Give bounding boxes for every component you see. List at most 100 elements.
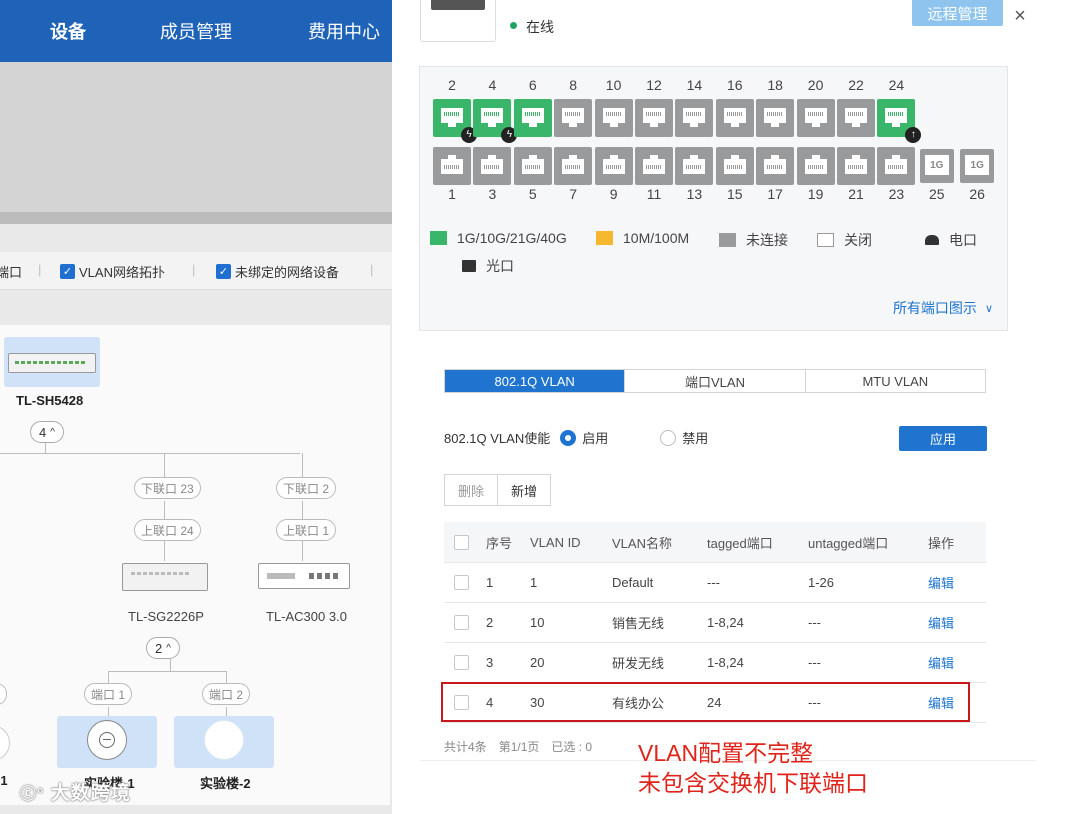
checkbox-checked-icon[interactable]: ✓ [216,264,231,279]
nav-members[interactable]: 成员管理 [160,18,232,44]
row-checkbox[interactable] [454,615,469,630]
ac-controller-icon[interactable] [258,563,350,589]
nav-devices[interactable]: 设备 [50,18,86,44]
row-checkbox[interactable] [454,655,469,670]
annotation-line-1: VLAN配置不完整 [638,740,814,766]
port-number-label: 15 [727,186,743,202]
port-number-label: 1 [448,186,456,202]
row-checkbox[interactable] [454,575,469,590]
port-number-label: 13 [686,186,703,202]
table-footer: 共计4条 第1/1页 已选 : 0 [444,738,592,755]
switch-icon[interactable] [122,563,208,591]
all-ports-legend-link[interactable]: 所有端口图示 ∨ [893,298,993,318]
delete-button[interactable]: 删除 [444,474,499,506]
port-24[interactable]: ↑ [877,99,922,143]
port-number-label: 8 [569,77,578,93]
tab-port-vlan[interactable]: 端口VLAN [625,370,806,392]
port-number-label: 25 [929,186,945,202]
select-all-checkbox[interactable] [454,534,469,550]
close-icon[interactable]: × [1010,6,1030,26]
port-number-label: 22 [848,77,864,93]
checkbox-checked-icon[interactable]: ✓ [60,264,75,279]
port-7[interactable] [554,147,593,185]
port-18[interactable] [756,99,795,137]
port-11[interactable] [635,147,673,185]
legend-label: 1G/10G/21G/40G [457,230,567,246]
port-number-label: 16 [727,77,743,93]
filter-ports[interactable]: 端口 [0,262,22,281]
port-9[interactable] [594,147,633,185]
port-2[interactable]: ϟ [433,99,477,143]
port-number-label: 17 [767,186,783,202]
apply-button[interactable]: 应用 [899,426,987,451]
cell-vlan-id: 1 [530,575,538,590]
header-vlan-name: VLAN名称 [612,535,672,551]
content-area [0,62,392,212]
legend-closed: 关闭 [817,230,872,250]
edit-link[interactable]: 编辑 [928,603,954,642]
select-all-cell [454,522,469,562]
red-annotation: VLAN配置不完整 未包含交换机下联端口 [638,738,868,798]
tab-mtu-vlan[interactable]: MTU VLAN [805,370,985,392]
tab-8021q-vlan[interactable]: 802.1Q VLAN [445,370,626,392]
port-22[interactable] [837,99,875,137]
port-number-label: 9 [609,186,618,202]
switch2-children-count[interactable]: 2 ^ [146,637,180,659]
edit-link[interactable]: 编辑 [928,563,954,602]
port-23[interactable] [877,147,916,185]
port-20[interactable] [796,99,835,137]
port-21[interactable] [837,147,875,185]
filter-ports-label: 端口 [0,265,23,280]
optical-port-icon [462,260,476,272]
row-select-cell [454,603,469,642]
remote-manage-button[interactable]: 远程管理 [912,0,1003,26]
uplink-arrow-icon: ↑ [905,127,922,143]
port-8[interactable] [554,99,593,137]
sfp-port-26[interactable]: 1G [960,149,995,183]
edit-link[interactable]: 编辑 [928,643,954,682]
connector-line [108,671,226,672]
radio-enable[interactable] [560,429,577,446]
port-4[interactable]: ϟ [473,99,518,143]
port-5[interactable] [513,147,552,185]
pins [484,112,501,116]
separator: | [38,262,42,277]
chevron-down-icon: ∨ [984,302,993,315]
legend-disconnected: 未连接 [719,230,788,250]
cell-vlan-name: Default [612,575,654,590]
sfp-slot-icon: 1G [924,155,949,175]
edit-link[interactable]: 编辑 [928,683,954,722]
port-15[interactable] [715,147,754,185]
vlan-enable-label: 802.1Q VLAN使能 [444,431,551,446]
filter-bar: 端口 | ✓ VLAN网络拓扑 | ✓ 未绑定的网络设备 | [0,252,392,290]
port-17[interactable] [756,147,795,185]
pins [524,112,541,116]
main-switch-children-count[interactable]: 4 ^ [30,421,64,443]
ap-node-1[interactable] [57,716,157,768]
port-12[interactable] [635,99,673,137]
ap-node-2[interactable] [174,716,274,768]
sfp-port-25[interactable]: 1G [919,149,954,183]
filter-vlan-topology[interactable]: ✓ VLAN网络拓扑 [60,262,165,281]
main-switch-node[interactable] [4,337,100,387]
ap2-label: 实验楼-2 [200,776,251,791]
port-14[interactable] [675,99,714,137]
filter-unbound-devices[interactable]: ✓ 未绑定的网络设备 [216,262,339,281]
pins [686,112,703,116]
port-6[interactable] [513,99,552,137]
port-number-label: 5 [528,186,537,202]
nav-billing[interactable]: 费用中心 [308,18,380,44]
connector-line [302,453,303,479]
access-point-icon [204,720,244,760]
pins [767,112,784,116]
port-13[interactable] [675,147,714,185]
add-button[interactable]: 新增 [498,474,552,506]
port-1[interactable] [433,147,471,185]
radio-disable[interactable] [660,429,677,446]
port-3[interactable] [473,147,512,185]
cell-tagged: 1-8,24 [707,655,744,670]
row-checkbox[interactable] [454,695,469,710]
port-16[interactable] [715,99,754,137]
port-10[interactable] [594,99,633,137]
port-19[interactable] [796,147,835,185]
